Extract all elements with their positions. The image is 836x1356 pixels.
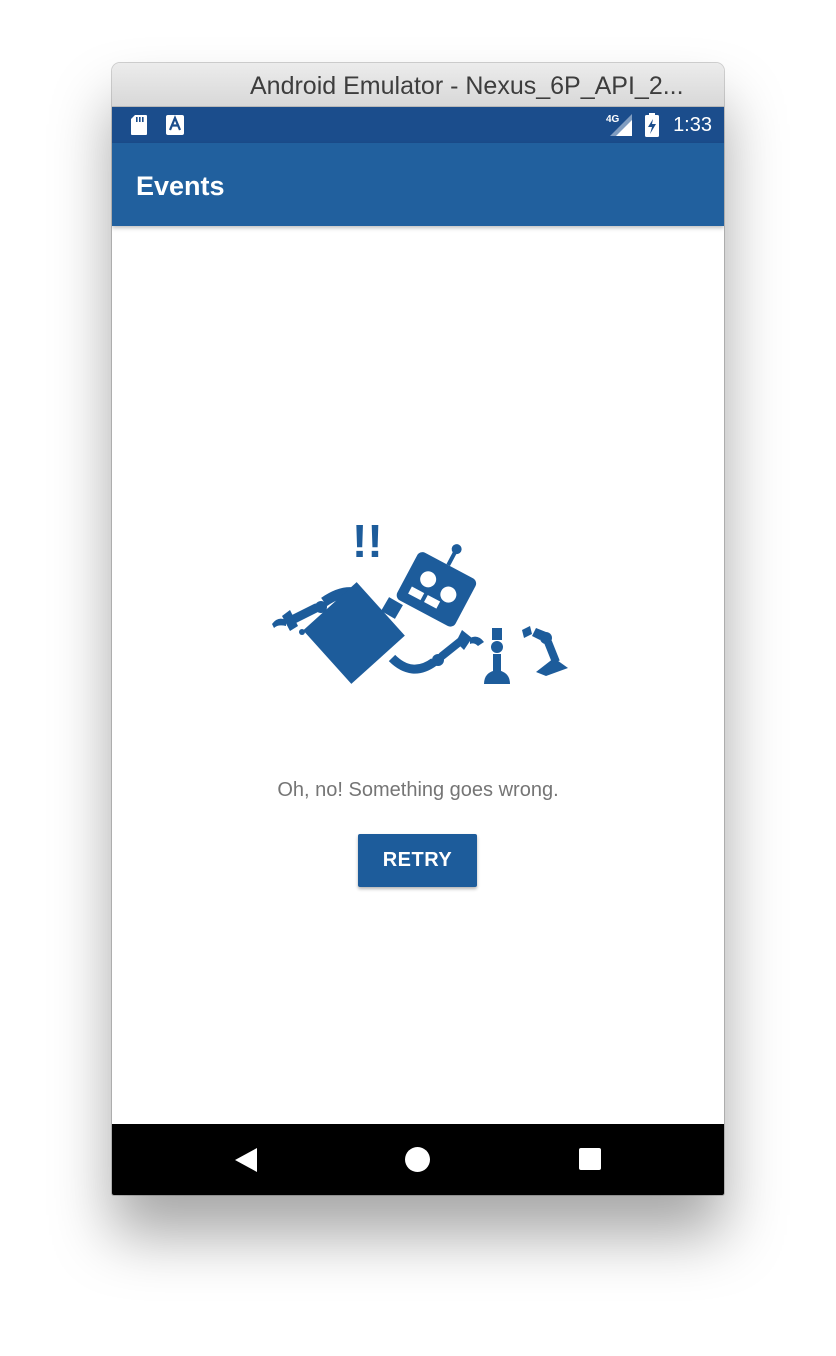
status-time: 1:33: [673, 114, 712, 136]
error-message: Oh, no! Something goes wrong.: [277, 779, 559, 801]
battery-charging-icon: [645, 113, 659, 137]
nav-bar: [112, 1124, 724, 1195]
network-label: 4G: [606, 114, 620, 125]
page-title: Events: [136, 171, 225, 201]
emulator-window: Android Emulator - Nexus_6P_API_2... 4G …: [112, 63, 724, 1195]
app-bar: Events: [112, 143, 724, 226]
main-content: !! Oh, no! Something goes wrong. RETRY: [112, 226, 724, 1124]
sd-card-icon: [131, 115, 147, 135]
status-bar: 4G 1:33: [112, 107, 724, 143]
illustration-exclaim: !!: [352, 515, 383, 567]
window-titlebar[interactable]: Android Emulator - Nexus_6P_API_2...: [112, 63, 724, 107]
signal-4g-icon: 4G: [606, 114, 632, 136]
recents-icon[interactable]: [579, 1148, 601, 1170]
home-icon[interactable]: [405, 1147, 430, 1172]
broken-robot-illustration: !!: [272, 515, 568, 684]
back-icon[interactable]: [235, 1148, 257, 1172]
retry-button[interactable]: RETRY: [358, 834, 477, 887]
window-title: Android Emulator - Nexus_6P_API_2...: [250, 72, 684, 100]
a-notification-icon: [166, 115, 184, 135]
